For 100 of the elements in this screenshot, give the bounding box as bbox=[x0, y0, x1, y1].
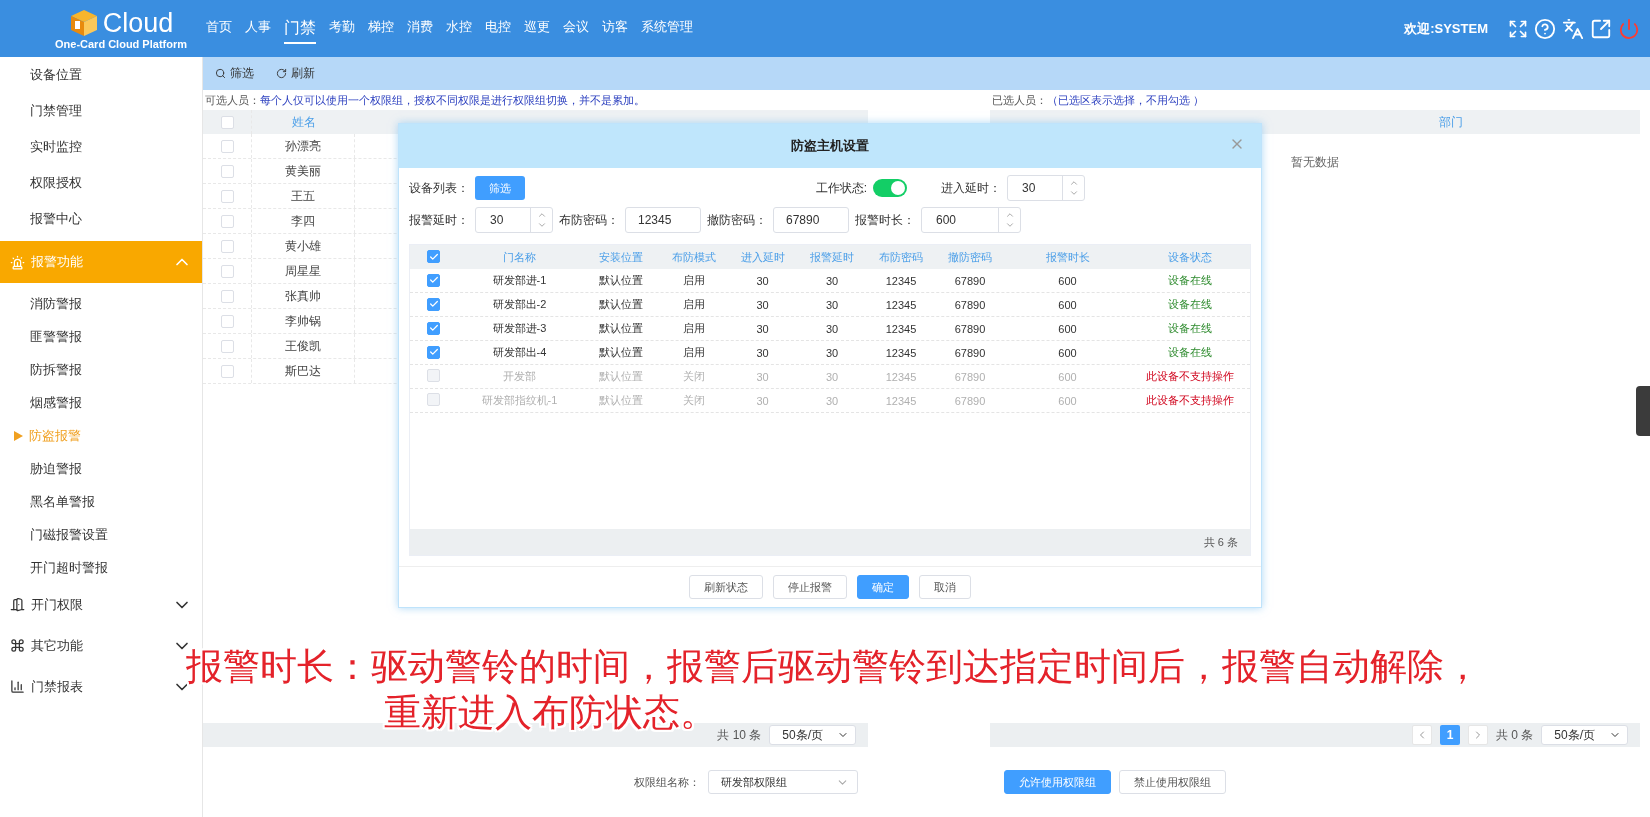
select-all-checkbox[interactable] bbox=[427, 250, 440, 264]
help-icon[interactable] bbox=[1534, 17, 1556, 40]
sidebar-item[interactable]: 设备位置 bbox=[0, 57, 202, 93]
table-cell: 斯巴达 bbox=[285, 362, 321, 380]
table-cell-text: 默认位置 bbox=[598, 297, 644, 312]
input-field[interactable]: 67890 bbox=[773, 207, 849, 233]
sidebar-subitem[interactable]: 门磁报警设置 bbox=[0, 518, 202, 551]
group-icon bbox=[10, 638, 25, 653]
hint-text: （已选区表示选择，不用勾选 ） bbox=[1047, 92, 1205, 108]
page-size-select[interactable]: 50条/页 bbox=[769, 725, 856, 745]
number-field[interactable]: 30 bbox=[1007, 175, 1085, 201]
sidebar-item[interactable]: 实时监控 bbox=[0, 129, 202, 165]
empty-text: 暂无数据 bbox=[1290, 154, 1340, 171]
translate-icon[interactable] bbox=[1562, 17, 1584, 40]
toolbar-button[interactable]: 刷新 bbox=[276, 65, 315, 82]
table-cell-text: 600 bbox=[1057, 298, 1078, 311]
sidebar-group[interactable]: 开门权限 bbox=[0, 584, 202, 625]
sidebar-subitem[interactable]: 防拆警报 bbox=[0, 353, 202, 386]
sidebar-subitem[interactable]: 消防警报 bbox=[0, 287, 202, 320]
group-icon bbox=[10, 597, 25, 612]
column-header: 安装位置 bbox=[598, 249, 644, 265]
external-link-icon[interactable] bbox=[1590, 17, 1612, 40]
table-cell: 李帅锅 bbox=[285, 312, 321, 330]
table-cell-text: 研发部出-2 bbox=[491, 297, 548, 312]
row-checkbox[interactable] bbox=[427, 297, 440, 311]
table-cell-text: 600 bbox=[1057, 322, 1078, 335]
sidebar-item[interactable]: 门禁管理 bbox=[0, 93, 202, 129]
logo-icon bbox=[68, 7, 99, 38]
table-cell-text: 启用 bbox=[682, 297, 706, 312]
status-text: 设备在线 bbox=[1167, 273, 1213, 288]
table-cell-text: 研发部出-4 bbox=[491, 345, 548, 360]
search-icon bbox=[215, 68, 226, 79]
column-header: 部门 bbox=[1438, 113, 1464, 131]
table-cell: 王俊凯 bbox=[285, 337, 321, 355]
table-cell-text: 30 bbox=[824, 346, 840, 359]
sidebar-subitem[interactable]: 黑名单警报 bbox=[0, 485, 202, 518]
table-cell-text: 开发部 bbox=[502, 369, 537, 384]
table-cell-text: 默认位置 bbox=[598, 345, 644, 360]
table-cell-text: 30 bbox=[755, 346, 770, 359]
input-field[interactable]: 12345 bbox=[625, 207, 701, 233]
total-count: 共 6 条 bbox=[1203, 534, 1238, 550]
table-cell-text: 67890 bbox=[953, 394, 987, 407]
column-header: 报警时长 bbox=[1044, 249, 1091, 265]
toolbar-button[interactable]: 筛选 bbox=[215, 65, 254, 82]
table-cell-text: 30 bbox=[824, 274, 840, 287]
column-header: 布防模式 bbox=[671, 249, 717, 265]
table-cell-text: 研发部进-1 bbox=[491, 273, 548, 288]
row-checkbox[interactable] bbox=[427, 345, 440, 359]
table-cell-text: 30 bbox=[824, 298, 840, 311]
sidebar-subitem[interactable]: 烟感警报 bbox=[0, 386, 202, 419]
group-button[interactable]: 禁止使用权限组 bbox=[1119, 770, 1226, 794]
table-cell: 孙漂亮 bbox=[285, 137, 321, 155]
status-text: 此设备不支持操作 bbox=[1145, 393, 1235, 408]
table-cell-text: 67890 bbox=[953, 322, 987, 335]
prev-page-button[interactable] bbox=[1411, 725, 1432, 745]
table-cell-text: 默认位置 bbox=[598, 273, 644, 288]
number-field[interactable]: 30 bbox=[475, 207, 553, 233]
status-text: 设备在线 bbox=[1167, 297, 1213, 312]
table-cell-text: 30 bbox=[755, 394, 770, 407]
group-select[interactable]: 研发部权限组 bbox=[708, 770, 858, 794]
table-cell-text: 67890 bbox=[953, 274, 987, 287]
logo-text: Cloud bbox=[102, 7, 174, 38]
table-cell-text: 启用 bbox=[682, 345, 706, 360]
dialog-button[interactable]: 取消 bbox=[919, 575, 971, 599]
table-cell: 黄小雄 bbox=[285, 237, 321, 255]
column-header: 布防密码 bbox=[878, 249, 924, 265]
column-header: 姓名 bbox=[290, 113, 317, 131]
page-size-select[interactable]: 50条/页 bbox=[1541, 725, 1628, 745]
field-label: 进入延时： bbox=[941, 179, 1001, 197]
field-label: 设备列表： bbox=[409, 179, 469, 197]
dialog-button[interactable]: 刷新状态 bbox=[689, 575, 763, 599]
next-page-button[interactable] bbox=[1467, 725, 1488, 745]
column-header: 进入延时 bbox=[739, 249, 786, 265]
toggle-switch[interactable] bbox=[873, 179, 907, 197]
fullscreen-icon[interactable] bbox=[1508, 18, 1528, 39]
sidebar-item[interactable]: 权限授权 bbox=[0, 165, 202, 201]
row-checkbox[interactable] bbox=[427, 273, 440, 287]
column-header: 撤防密码 bbox=[947, 249, 993, 265]
table-cell-text: 关闭 bbox=[682, 393, 706, 408]
power-icon[interactable] bbox=[1618, 17, 1640, 40]
table-cell-text: 67890 bbox=[953, 298, 987, 311]
sidebar-subitem[interactable]: 开门超时警报 bbox=[0, 551, 202, 584]
total-count: 共 0 条 bbox=[1495, 726, 1534, 744]
group-icon bbox=[10, 254, 25, 270]
table-cell: 李四 bbox=[291, 212, 315, 230]
hint-text: 每个人仅可以使用一个权限组，授权不同权限是进行权限组切换，并不是累加。 bbox=[260, 92, 645, 108]
sidebar-subitem[interactable]: 胁迫警报 bbox=[0, 452, 202, 485]
side-handle[interactable] bbox=[1636, 386, 1650, 436]
logo-subtitle: One-Card Cloud Platform bbox=[55, 37, 187, 50]
sidebar-subitem[interactable]: 匪警警报 bbox=[0, 320, 202, 353]
table-cell-text: 启用 bbox=[682, 273, 706, 288]
dialog-button[interactable]: 停止报警 bbox=[773, 575, 847, 599]
row-checkbox[interactable] bbox=[427, 321, 440, 335]
table-cell: 张真帅 bbox=[285, 287, 321, 305]
field-label: 工作状态: bbox=[815, 179, 867, 197]
welcome-text: 欢迎:SYSTEM bbox=[1404, 19, 1488, 38]
triangle-icon bbox=[14, 430, 23, 441]
table-cell-text: 默认位置 bbox=[598, 321, 644, 336]
number-field[interactable]: 600 bbox=[921, 207, 1021, 233]
sidebar-item[interactable]: 报警中心 bbox=[0, 201, 202, 237]
